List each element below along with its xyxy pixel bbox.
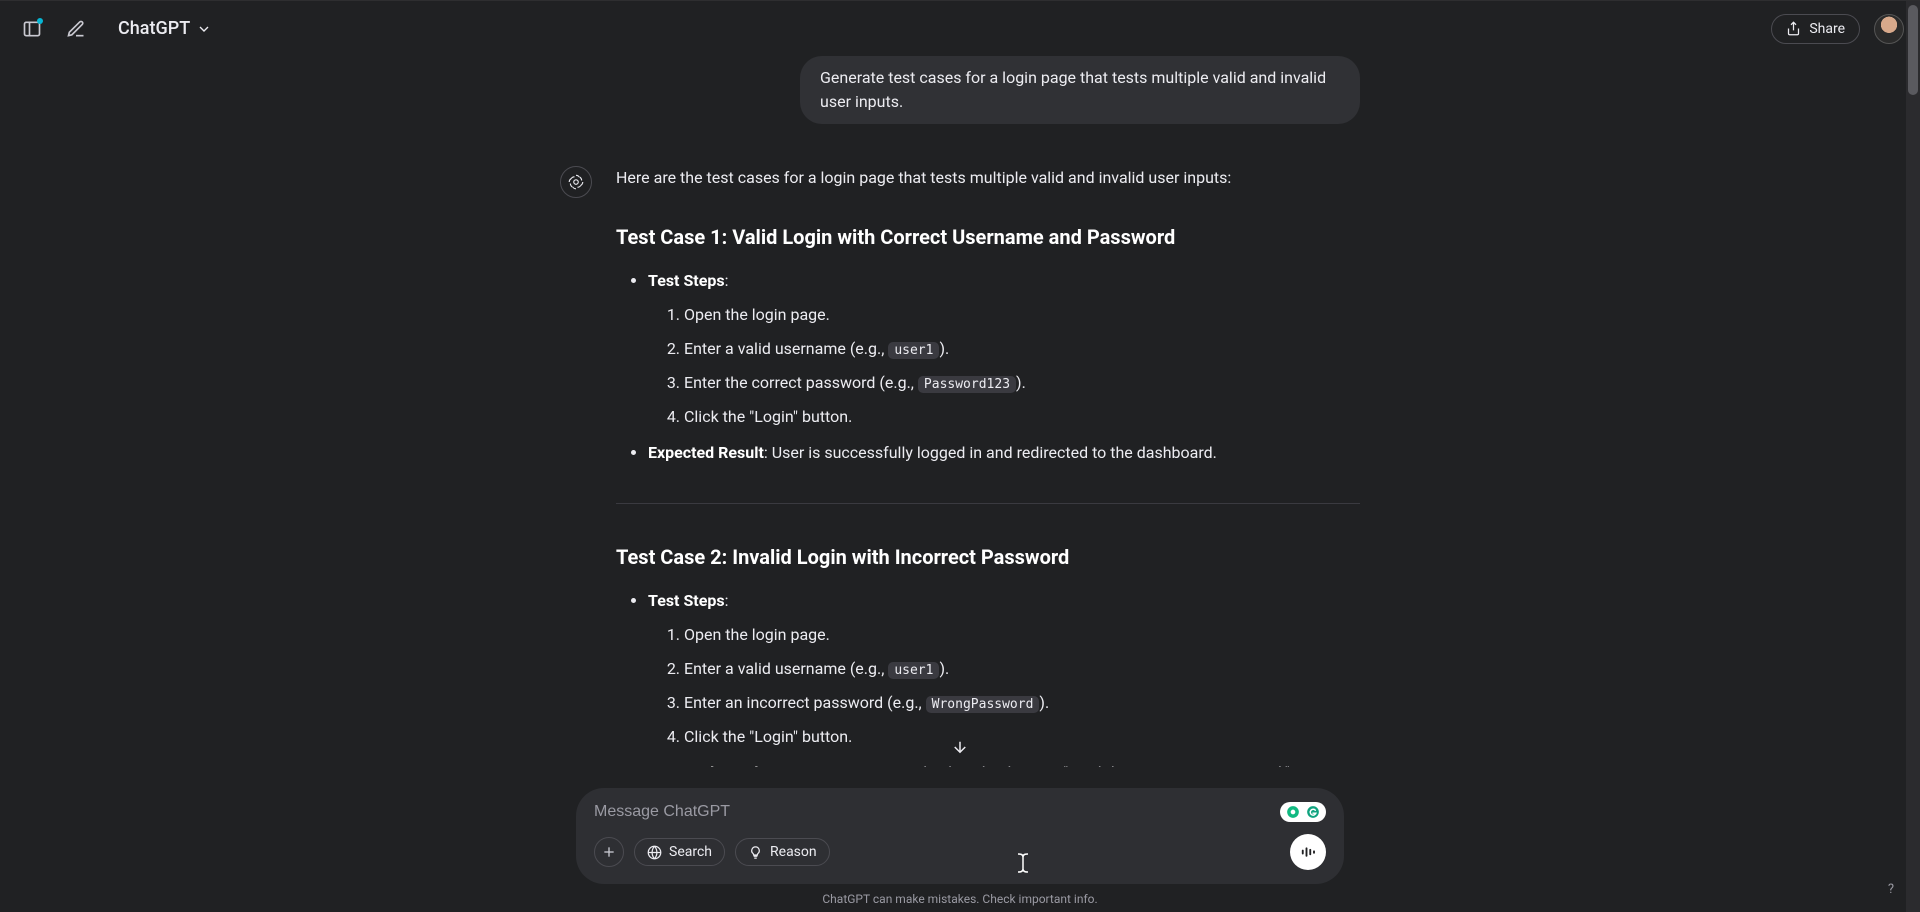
list-item: Expected Result: An error message is dis…: [648, 759, 1360, 767]
assistant-content: Here are the test cases for a login page…: [616, 164, 1360, 767]
arrow-down-icon: [951, 738, 969, 756]
tc1-step-3: Enter the correct password (e.g., Passwo…: [684, 369, 1360, 397]
chevron-down-icon: [196, 21, 212, 37]
tc2-expected-text: : An error message is displayed indicati…: [764, 763, 1290, 767]
code-inline: WrongPassword: [926, 696, 1040, 713]
code-inline: Password123: [918, 376, 1016, 393]
tc1-expected-label: Expected Result: [648, 443, 764, 462]
chat-scroll-area[interactable]: Generate test cases for a login page tha…: [0, 56, 1920, 767]
list-item: Expected Result: User is successfully lo…: [648, 439, 1360, 467]
disclaimer-text: ChatGPT can make mistakes. Check importa…: [822, 892, 1097, 906]
assistant-message-row: Here are the test cases for a login page…: [560, 164, 1360, 767]
plus-icon: [601, 844, 617, 860]
scroll-to-bottom-button[interactable]: [947, 734, 973, 760]
tc2-steps-label: Test Steps: [648, 591, 725, 610]
attach-button[interactable]: [594, 837, 624, 867]
tc1-expected-text: : User is successfully logged in and red…: [764, 443, 1217, 462]
notification-dot-icon: [37, 18, 43, 24]
user-message-text: Generate test cases for a login page tha…: [820, 68, 1326, 111]
search-label: Search: [669, 844, 712, 860]
scrollbar-track[interactable]: [1906, 1, 1920, 912]
tc1-steps-label: Test Steps: [648, 271, 725, 290]
top-right-controls: Share: [1771, 14, 1904, 44]
composer-bottom-row: Search Reason: [594, 834, 1326, 870]
composer-top-row: [594, 802, 1326, 822]
list-item: Test Steps: Open the login page. Enter a…: [648, 587, 1360, 751]
compose-icon: [66, 19, 86, 39]
globe-icon: [647, 845, 662, 860]
toggle-sidebar-button[interactable]: [16, 13, 48, 45]
audio-bars-icon: [1299, 843, 1317, 861]
top-bar: ChatGPT Share: [0, 0, 1920, 56]
composer-area: Search Reason ChatGPT can make mistakes.…: [0, 788, 1920, 912]
bulb-icon: [748, 845, 763, 860]
assistant-intro-text: Here are the test cases for a login page…: [616, 164, 1360, 192]
list-item: Test Steps: Open the login page. Enter a…: [648, 267, 1360, 431]
tc2-heading: Test Case 2: Invalid Login with Incorrec…: [616, 540, 1360, 575]
code-inline: user1: [888, 662, 939, 679]
loom-icon: [1285, 804, 1301, 820]
tc2-step-4: Click the "Login" button.: [684, 723, 1360, 751]
tc2-step-1: Open the login page.: [684, 621, 1360, 649]
voice-input-button[interactable]: [1290, 834, 1326, 870]
tc1-step-1: Open the login page.: [684, 301, 1360, 329]
new-chat-button[interactable]: [60, 13, 92, 45]
tc1-step-4: Click the "Login" button.: [684, 403, 1360, 431]
share-label: Share: [1809, 21, 1845, 37]
chat-inner: Generate test cases for a login page tha…: [560, 56, 1360, 767]
tc2-step-2: Enter a valid username (e.g., user1).: [684, 655, 1360, 683]
tc1-heading: Test Case 1: Valid Login with Correct Us…: [616, 220, 1360, 255]
tc1-step-2: Enter a valid username (e.g., user1).: [684, 335, 1360, 363]
share-button[interactable]: Share: [1771, 14, 1860, 44]
tc2-step-3: Enter an incorrect password (e.g., Wrong…: [684, 689, 1360, 717]
tc2-expected-label: Expected Result: [648, 763, 764, 767]
model-switcher[interactable]: ChatGPT: [110, 12, 220, 45]
help-button[interactable]: ?: [1880, 878, 1902, 900]
extension-badge[interactable]: [1280, 802, 1326, 822]
top-left-controls: ChatGPT: [16, 12, 220, 45]
code-inline: user1: [888, 342, 939, 359]
user-message-row: Generate test cases for a login page tha…: [560, 56, 1360, 124]
reason-label: Reason: [770, 844, 817, 860]
assistant-avatar: [560, 166, 592, 198]
grammarly-icon: [1305, 804, 1321, 820]
avatar[interactable]: [1874, 14, 1904, 44]
scrollbar-thumb[interactable]: [1908, 5, 1918, 95]
help-icon: ?: [1888, 882, 1894, 897]
divider: [616, 503, 1360, 504]
model-name-label: ChatGPT: [118, 18, 190, 39]
reason-button[interactable]: Reason: [735, 838, 830, 866]
share-icon: [1786, 21, 1801, 36]
search-web-button[interactable]: Search: [634, 838, 725, 866]
message-input[interactable]: [594, 803, 1280, 821]
user-message-bubble: Generate test cases for a login page tha…: [800, 56, 1360, 124]
composer: Search Reason: [576, 788, 1344, 884]
openai-logo-icon: [567, 173, 585, 191]
